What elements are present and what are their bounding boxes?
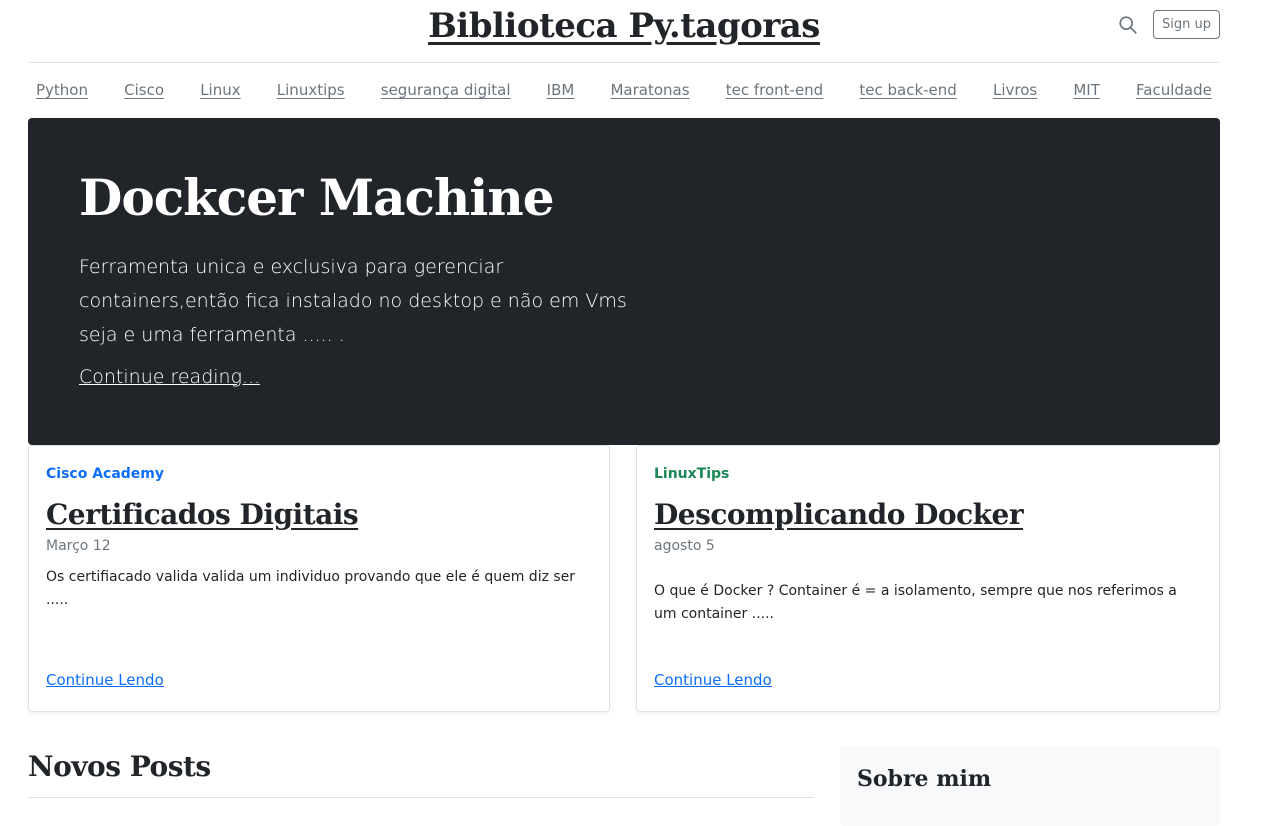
nav-link-tec-front-end[interactable]: tec front-end <box>726 81 823 99</box>
sidebar-title: Sobre mim <box>857 766 992 792</box>
card-continue-link[interactable]: Continue Lendo <box>46 671 164 689</box>
nav-link-faculdade[interactable]: Faculdade <box>1136 81 1212 99</box>
site-title[interactable]: Biblioteca Py.tagoras <box>28 6 1220 46</box>
card-continue-link[interactable]: Continue Lendo <box>654 671 772 689</box>
signup-button[interactable]: Sign up <box>1153 10 1220 39</box>
nav-link-tec-back-end[interactable]: tec back-end <box>859 81 956 99</box>
header-actions: Sign up <box>1117 10 1220 39</box>
card-date: agosto 5 <box>654 538 715 554</box>
category-nav: Python Cisco Linux Linuxtips segurança d… <box>28 63 1220 117</box>
nav-link-linux[interactable]: Linux <box>200 81 240 99</box>
nav-link-livros[interactable]: Livros <box>993 81 1037 99</box>
card-date: Março 12 <box>46 538 111 554</box>
post-card: Cisco Academy Certificados Digitais Març… <box>28 445 610 712</box>
section-divider <box>28 797 814 798</box>
sidebar-about: Sobre mim <box>840 746 1220 826</box>
nav-link-linuxtips[interactable]: Linuxtips <box>277 81 345 99</box>
post-card: LinuxTips Descomplicando Docker agosto 5… <box>636 445 1220 712</box>
nav-link-seguranca-digital[interactable]: segurança digital <box>381 81 511 99</box>
nav-link-mit[interactable]: MIT <box>1073 81 1100 99</box>
card-title[interactable]: Descomplicando Docker <box>654 498 1024 531</box>
card-category: LinuxTips <box>654 466 730 482</box>
nav-link-ibm[interactable]: IBM <box>547 81 575 99</box>
card-excerpt: Os certifiacado valida valida um individ… <box>46 569 576 608</box>
card-title[interactable]: Certificados Digitais <box>46 498 359 531</box>
nav-link-maratonas[interactable]: Maratonas <box>610 81 689 99</box>
hero-continue-link[interactable]: Continue reading... <box>79 366 260 388</box>
hero-banner: Dockcer Machine Ferramenta unica e exclu… <box>28 118 1220 445</box>
hero-lead: Ferramenta unica e exclusiva para gerenc… <box>79 256 627 346</box>
search-icon[interactable] <box>1117 14 1139 36</box>
section-title-novos-posts: Novos Posts <box>28 750 211 783</box>
page-container: Biblioteca Py.tagoras Sign up Python Cis… <box>28 0 1220 826</box>
card-category: Cisco Academy <box>46 466 165 482</box>
site-header: Biblioteca Py.tagoras Sign up <box>28 0 1220 63</box>
hero-title: Dockcer Machine <box>79 168 555 227</box>
nav-link-cisco[interactable]: Cisco <box>124 81 164 99</box>
card-excerpt: O que é Docker ? Container é = a isolame… <box>654 583 1177 622</box>
nav-link-python[interactable]: Python <box>36 81 88 99</box>
